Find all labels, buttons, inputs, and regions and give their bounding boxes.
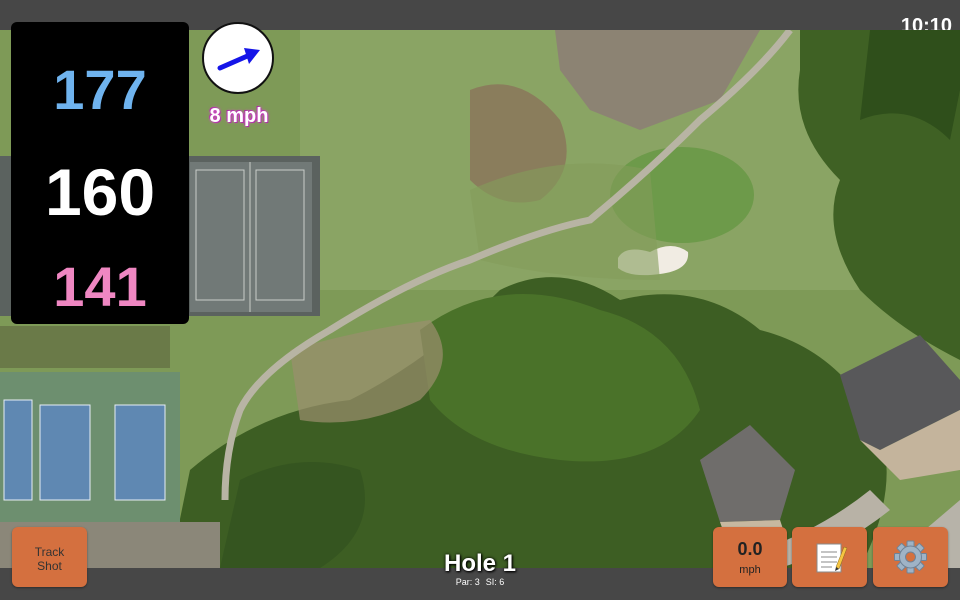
- front-distance: 141: [53, 255, 147, 318]
- wind-indicator: [202, 22, 274, 94]
- stroke-index-label: SI: 6: [485, 577, 505, 587]
- wind-speed: 8 mph: [209, 105, 269, 127]
- center-distance: 160: [44, 155, 156, 229]
- speed-button[interactable]: 0.0 mph: [713, 527, 787, 587]
- speed-value: 0.0: [737, 539, 763, 559]
- notes-button[interactable]: [792, 527, 867, 587]
- hole-title: Hole 1: [443, 550, 517, 577]
- speed-unit: mph: [739, 564, 761, 576]
- track-shot-label-line2: Shot: [37, 559, 62, 573]
- par-label: Par: 3: [455, 577, 480, 587]
- notepad-icon: [816, 543, 848, 573]
- distance-panel: 177 160 141: [11, 22, 189, 324]
- track-shot-button[interactable]: Track Shot: [12, 527, 87, 587]
- wind-direction-arrow-icon: [217, 48, 260, 71]
- settings-button[interactable]: [873, 527, 948, 587]
- hole-details: Par: 3 SI: 6: [430, 577, 530, 588]
- gear-icon: [894, 540, 927, 574]
- back-distance: 177: [53, 58, 147, 121]
- track-shot-label-line1: Track: [34, 545, 65, 559]
